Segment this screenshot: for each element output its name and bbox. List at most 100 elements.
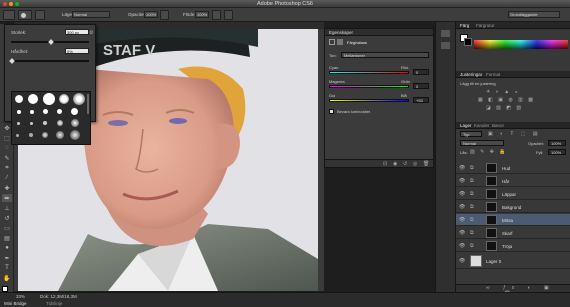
eye-icon[interactable]: 👁 [459,178,465,184]
layers-footer-icons[interactable]: ∞ ƒx ◐ ▣ ▭ 🗑 [456,284,570,297]
brush-tip-small[interactable] [57,109,62,114]
brush-tip-soft-round[interactable] [57,120,63,126]
layer-row-selected[interactable]: 👁 ⧉ Mösa [456,214,570,226]
eye-icon[interactable]: 👁 [459,165,465,171]
brush-tip-soft-round[interactable] [70,130,80,140]
layer-row[interactable]: 👁 ⧉ Hud [456,162,570,174]
tab-channels[interactable]: Kanaler [474,123,490,128]
adjustment-icons-row-3[interactable]: ◪ ▧ ◩ ▨ [486,105,523,111]
workspace-select[interactable]: Grundläggande [508,11,560,18]
airbrush-button[interactable] [212,10,221,20]
layer-mask-thumbnail[interactable] [486,202,497,212]
brush-panel-toggle[interactable] [35,10,45,20]
layer-mask-thumbnail[interactable] [486,215,497,225]
eraser-tool-icon[interactable]: ▭ [2,224,12,232]
magenta-green-slider[interactable] [329,85,409,88]
hardness-field[interactable]: 0% [65,48,89,54]
layer-row[interactable]: 👁 ⧉ Läppar [456,188,570,200]
brush-tip-soft-round[interactable] [42,132,48,138]
dodge-tool-icon[interactable]: ● [2,244,12,252]
layer-row[interactable]: 👁 ⧉ Hår [456,175,570,187]
yellow-blue-value[interactable]: +53 [413,97,429,103]
tab-styles[interactable]: Format [486,72,500,77]
eye-icon[interactable]: 👁 [459,204,465,210]
brush-tip-soft-round[interactable] [71,119,79,127]
mask-icon[interactable] [337,39,343,45]
tab-timeline[interactable]: Tidslinje [46,301,62,306]
eye-icon[interactable]: 👁 [459,191,465,197]
layer-filter-select[interactable]: Typ [460,131,482,137]
tool-preset-button[interactable] [3,10,15,20]
zoom-level[interactable]: 33% [16,294,25,299]
settings-gear-icon[interactable]: ⚙ [89,30,94,36]
brush-tip-hard-round[interactable] [43,93,55,105]
mode-select[interactable]: Normal [72,11,110,18]
clip-icon[interactable]: ⊡ [383,161,387,167]
gradient-tool-icon[interactable]: ▤ [2,234,12,242]
brush-tip-hard-round[interactable] [28,94,38,104]
layer-thumbnail[interactable] [470,255,482,267]
pressure-opacity-button[interactable] [160,10,169,20]
trash-icon[interactable]: 🗑 [423,161,429,167]
adjustment-icons-row-1[interactable]: ☀ ◐ ▲ ◒ [486,89,520,95]
hand-tool-icon[interactable]: ✋ [2,274,12,282]
brush-tip-grid[interactable] [11,91,91,145]
brush-tip-small[interactable] [17,110,21,114]
magenta-green-value[interactable]: 0 [413,83,429,89]
background-swatch[interactable] [464,38,472,46]
history-brush-icon[interactable]: ↺ [2,214,12,222]
tab-mini-bridge[interactable]: Mini Bridge [4,301,27,306]
yellow-blue-slider[interactable] [329,99,409,102]
brush-tip-small[interactable] [16,134,19,137]
reset-icon[interactable]: ↺ [403,161,407,167]
lock-icons[interactable]: ▨ ✎ ✥ 🔒 [470,149,508,155]
cyan-red-slider[interactable] [329,71,409,74]
brush-tip-small[interactable] [30,122,33,125]
blend-mode-select[interactable]: Normal [460,140,504,146]
layer-opacity-field[interactable]: 100% [548,140,566,146]
eye-icon[interactable]: 👁 [459,258,465,264]
layer-mask-thumbnail[interactable] [486,228,497,238]
color-spectrum[interactable] [474,40,568,49]
type-tool-icon[interactable]: T [2,264,12,272]
brush-tip-soft-round[interactable] [56,131,64,139]
brush-preset-picker[interactable] [18,10,32,20]
layer-mask-thumbnail[interactable] [486,176,497,186]
brush-tip-small[interactable] [30,110,34,114]
tab-swatches[interactable]: Färgrutor [476,23,495,28]
tab-adjustments[interactable]: Justeringar [460,72,482,77]
brush-tool-icon[interactable]: ✏ [2,194,12,202]
cyan-red-value[interactable]: 0 [413,69,429,75]
size-field[interactable]: 300 px [65,29,89,35]
quick-select-tool-icon[interactable]: ✎ [2,154,12,162]
eyedropper-tool-icon[interactable]: ⁄ [2,174,12,182]
pen-tool-icon[interactable]: ✒ [2,254,12,262]
history-panel-icon[interactable] [441,30,450,37]
adjustment-icons-row-2[interactable]: ▦ ◧ ▣ ◍ ▥ ▩ [478,97,535,103]
layer-mask-thumbnail[interactable] [486,241,497,251]
preserve-luminosity-checkbox[interactable] [329,109,334,114]
view-previous-icon[interactable]: ◉ [393,161,397,167]
flow-field[interactable]: 100% [195,11,209,18]
lasso-tool-icon[interactable]: ◌ [2,144,12,152]
opacity-field[interactable]: 100% [144,11,158,18]
tab-layers[interactable]: Lager [460,123,472,128]
healing-tool-icon[interactable]: ✚ [2,184,12,192]
eye-icon[interactable]: 👁 [459,230,465,236]
brush-tip-small[interactable] [43,121,47,125]
layer-row[interactable]: 👁 ⧉ Tröja [456,240,570,252]
layer-row[interactable]: 👁 ⧉ Skarf [456,227,570,239]
brush-tip-small[interactable] [71,108,78,115]
brush-tip-soft-round[interactable] [59,94,69,104]
stamp-tool-icon[interactable]: ⊥ [2,204,12,212]
eye-icon[interactable]: 👁 [459,243,465,249]
crop-tool-icon[interactable]: ⌗ [2,164,12,172]
brush-grid-scrollbar[interactable] [87,94,89,114]
properties-tab[interactable]: Egenskaper [329,30,353,35]
layer-mask-thumbnail[interactable] [486,189,497,199]
fill-field[interactable]: 100% [548,149,566,155]
brush-tip-soft-round[interactable] [73,93,85,105]
visibility-icon[interactable]: ◎ [413,161,417,167]
brush-tip-small[interactable] [29,133,33,137]
brush-tip-hard-round[interactable] [15,95,23,103]
